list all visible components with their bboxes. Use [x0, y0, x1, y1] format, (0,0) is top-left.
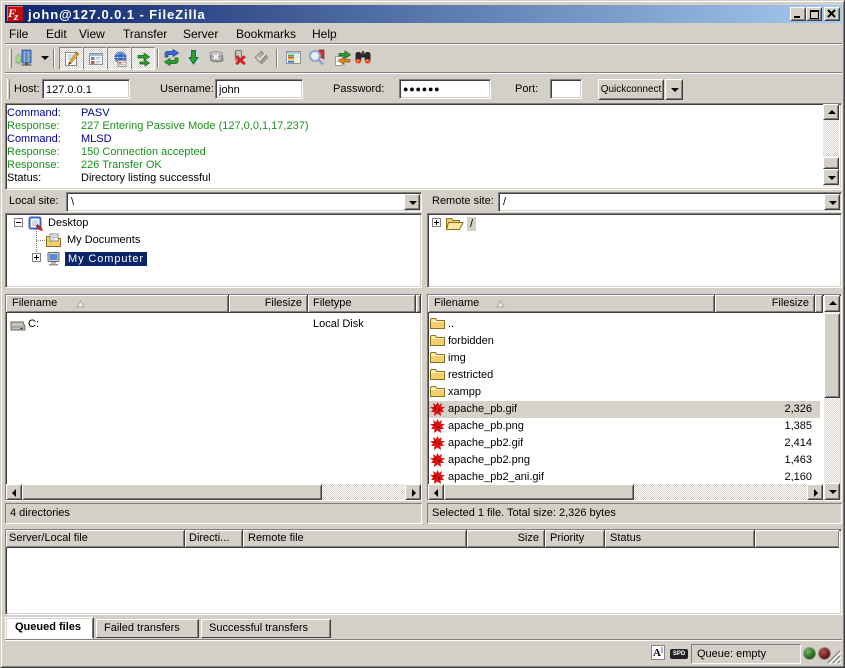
svg-text:A: A	[653, 647, 661, 659]
svg-text:z: z	[13, 11, 19, 22]
